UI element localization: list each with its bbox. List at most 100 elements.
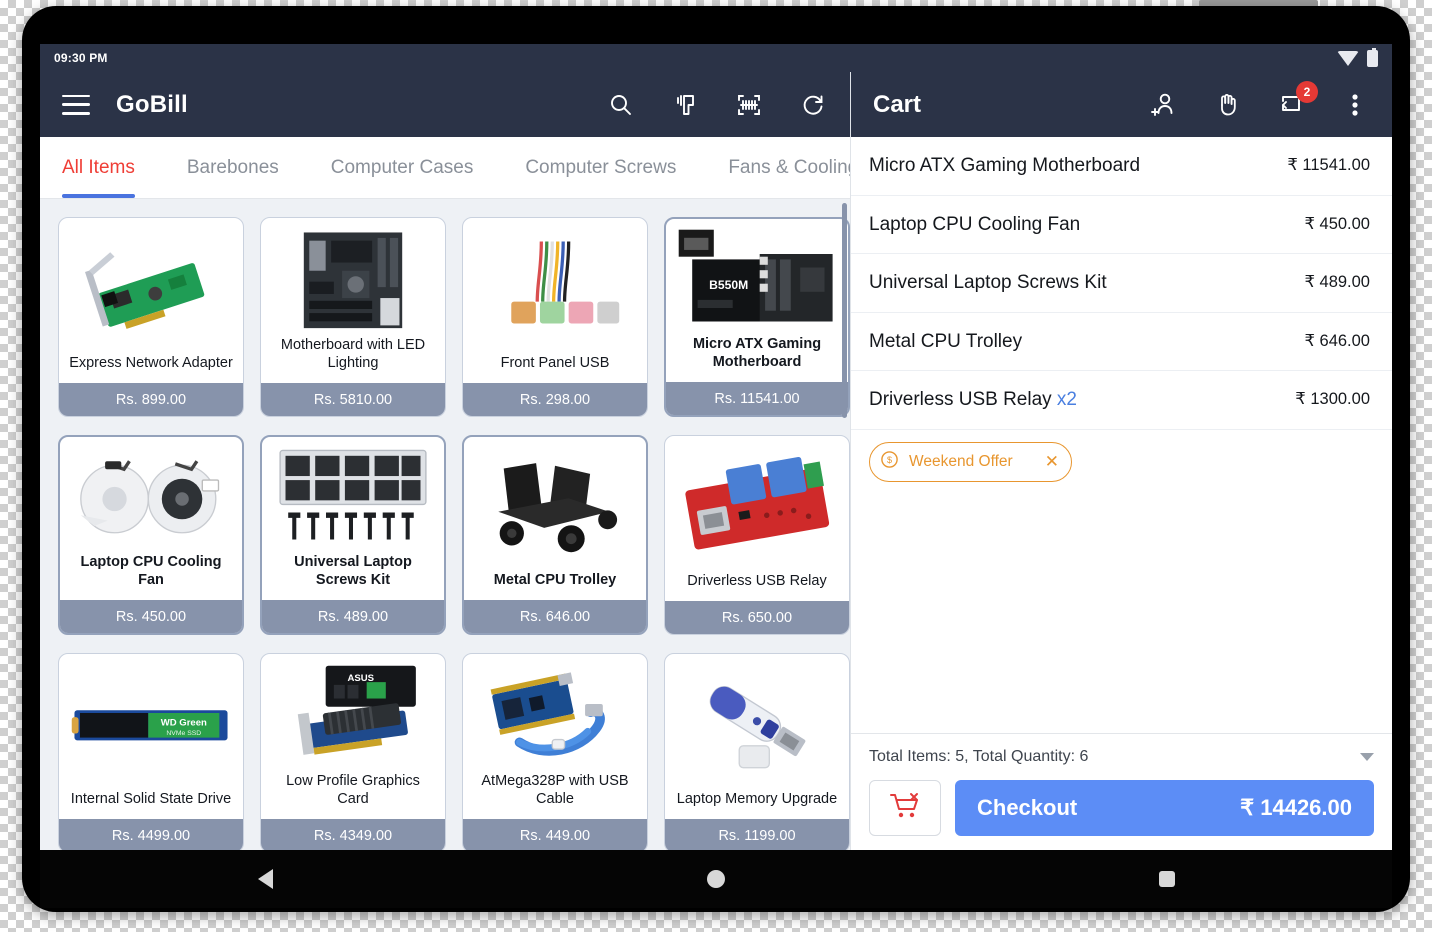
tab-computer-screws[interactable]: Computer Screws [499, 137, 702, 198]
product-name: Front Panel USB [463, 354, 647, 383]
product-price: Rs. 4499.00 [59, 819, 243, 850]
cart-header-actions: 2 [1148, 90, 1370, 120]
barcode-scan-icon[interactable] [734, 90, 764, 120]
barcode-gun-icon[interactable] [670, 90, 700, 120]
cart-rows-container: Micro ATX Gaming Motherboard₹ 11541.00La… [851, 137, 1392, 430]
android-status-bar: 09:30 PM [40, 44, 1392, 72]
battery-icon [1367, 50, 1378, 67]
cart-actions-row: Checkout ₹ 14426.00 [869, 780, 1374, 836]
product-image-arduino-nano [463, 654, 647, 772]
product-name: Internal Solid State Drive [59, 790, 243, 819]
product-name: Laptop Memory Upgrade [665, 790, 849, 819]
checkout-button[interactable]: Checkout ₹ 14426.00 [955, 780, 1374, 836]
hamburger-menu-icon[interactable] [62, 95, 90, 115]
cart-totals-text: Total Items: 5, Total Quantity: 6 [869, 748, 1088, 766]
product-card[interactable]: Universal Laptop Screws KitRs. 489.00 [260, 435, 446, 635]
product-card[interactable]: B550M Micro ATX Gaming MotherboardRs. 11… [664, 217, 850, 417]
nav-home-button[interactable] [616, 870, 816, 888]
product-name: Micro ATX Gaming Motherboard [666, 335, 848, 382]
product-card[interactable]: Driverless USB RelayRs. 650.00 [664, 435, 850, 635]
nav-recents-button[interactable] [1067, 871, 1267, 887]
cart-footer: Total Items: 5, Total Quantity: 6 [851, 733, 1392, 850]
swap-return-icon[interactable]: 2 [1276, 90, 1306, 120]
refresh-icon[interactable] [798, 90, 828, 120]
catalogue-pane: GoBill [40, 72, 850, 850]
product-price: Rs. 298.00 [463, 383, 647, 416]
product-price: Rs. 450.00 [60, 600, 242, 633]
grid-scrollbar[interactable] [842, 203, 847, 850]
clear-cart-button[interactable] [869, 780, 941, 836]
product-name: Metal CPU Trolley [464, 571, 646, 600]
tab-fans-cooling[interactable]: Fans & Cooling [702, 137, 850, 198]
product-price: Rs. 650.00 [665, 601, 849, 634]
product-card[interactable]: Motherboard with LED LightingRs. 5810.00 [260, 217, 446, 417]
product-name: Motherboard with LED Lighting [261, 336, 445, 383]
cart-items-list[interactable]: Micro ATX Gaming Motherboard₹ 11541.00La… [851, 137, 1392, 733]
product-card[interactable]: Laptop Memory UpgradeRs. 1199.00 [664, 653, 850, 850]
offer-label: Weekend Offer [909, 453, 1013, 471]
cart-item-price: ₹ 489.00 [1304, 269, 1370, 292]
cart-row[interactable]: Driverless USB Relay x2₹ 1300.00 [851, 371, 1392, 430]
cart-title: Cart [873, 91, 921, 119]
cart-row[interactable]: Micro ATX Gaming Motherboard₹ 11541.00 [851, 137, 1392, 196]
product-card[interactable]: WD Green NVMe SSD Internal Solid State D… [58, 653, 244, 850]
hold-hand-icon[interactable] [1212, 90, 1242, 120]
product-price: Rs. 646.00 [464, 600, 646, 633]
add-customer-icon[interactable] [1148, 90, 1178, 120]
cart-item-label: Metal CPU Trolley [869, 331, 1022, 352]
product-card[interactable]: AtMega328P with USB CableRs. 449.00 [462, 653, 648, 850]
nav-back-button[interactable] [165, 869, 365, 889]
svg-text:WD Green: WD Green [161, 717, 207, 728]
category-tabs: All Items Barebones Computer Cases Compu… [40, 137, 850, 199]
product-grid: Express Network AdapterRs. 899.00 Mother… [40, 199, 850, 850]
svg-text:$: $ [887, 455, 892, 465]
discount-coin-icon: $ [880, 450, 899, 474]
cart-item-name: Universal Laptop Screws Kit [869, 269, 1304, 297]
chevron-down-icon[interactable] [1360, 753, 1374, 761]
wifi-icon [1337, 51, 1359, 66]
grid-scrollbar-thumb[interactable] [842, 203, 847, 418]
product-card[interactable]: ASUS Low Profile Graphics CardRs. 4349.0… [260, 653, 446, 850]
product-name: Express Network Adapter [59, 354, 243, 383]
product-image-cooling-fans [60, 437, 242, 553]
search-icon[interactable] [606, 90, 636, 120]
cart-item-label: Universal Laptop Screws Kit [869, 272, 1107, 293]
product-card[interactable]: Laptop CPU Cooling FanRs. 450.00 [58, 435, 244, 635]
cart-row[interactable]: Metal CPU Trolley ₹ 646.00 [851, 313, 1392, 372]
tab-barebones[interactable]: Barebones [161, 137, 305, 198]
product-card[interactable]: Express Network AdapterRs. 899.00 [58, 217, 244, 417]
product-image-screws-kit [262, 437, 444, 553]
app-bar: GoBill [40, 72, 850, 137]
cart-item-price: ₹ 646.00 [1304, 328, 1370, 351]
cart-totals-row[interactable]: Total Items: 5, Total Quantity: 6 [869, 734, 1374, 780]
product-name: AtMega328P with USB Cable [463, 772, 647, 819]
tab-computer-cases[interactable]: Computer Cases [305, 137, 500, 198]
cart-row[interactable]: Laptop CPU Cooling Fan₹ 450.00 [851, 196, 1392, 255]
cart-header: Cart [851, 72, 1392, 137]
tab-all-items[interactable]: All Items [40, 137, 161, 198]
android-nav-bar [40, 850, 1392, 908]
product-name: Low Profile Graphics Card [261, 772, 445, 819]
product-card[interactable]: Front Panel USBRs. 298.00 [462, 217, 648, 417]
svg-text:NVMe SSD: NVMe SSD [166, 730, 201, 737]
overflow-menu-icon[interactable] [1340, 90, 1370, 120]
close-icon[interactable]: ✕ [1023, 453, 1059, 470]
product-card[interactable]: Metal CPU TrolleyRs. 646.00 [462, 435, 648, 635]
page-root: 09:30 PM GoBill [0, 0, 1432, 932]
product-image-cpu-trolley [464, 437, 646, 571]
offer-area: $ Weekend Offer ✕ [851, 430, 1392, 482]
cart-row[interactable]: Universal Laptop Screws Kit ₹ 489.00 [851, 254, 1392, 313]
cart-item-price: ₹ 11541.00 [1287, 152, 1370, 175]
product-price: Rs. 11541.00 [666, 382, 848, 415]
product-price: Rs. 4349.00 [261, 819, 445, 850]
product-image-usb-stick [665, 654, 849, 790]
product-image-msi-board-box: B550M [666, 219, 848, 335]
app-container: GoBill [40, 72, 1392, 850]
cart-pane: Cart [850, 72, 1392, 850]
product-grid-scroll[interactable]: Express Network AdapterRs. 899.00 Mother… [40, 199, 850, 850]
offer-chip[interactable]: $ Weekend Offer ✕ [869, 442, 1072, 482]
held-bills-badge: 2 [1296, 81, 1318, 103]
tablet-screen: 09:30 PM GoBill [40, 44, 1392, 850]
cart-item-name: Metal CPU Trolley [869, 328, 1304, 356]
product-image-front-panel-usb [463, 218, 647, 354]
